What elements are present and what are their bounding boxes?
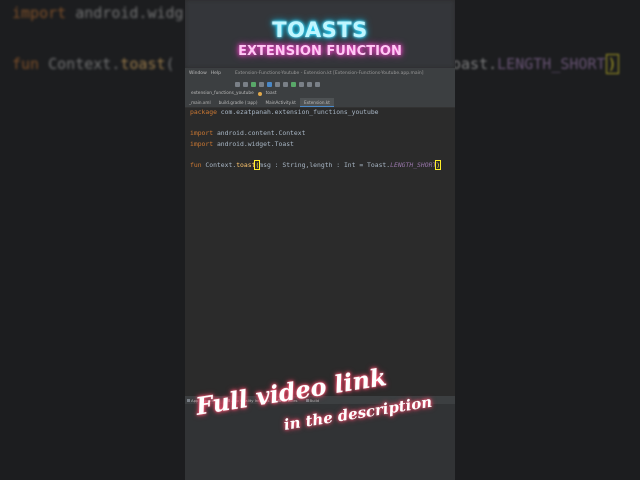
toolbar-button-icon[interactable] xyxy=(259,81,264,87)
bg-code-tail: oast.LENGTH_SHORT) xyxy=(452,54,619,74)
toolbar-button-icon[interactable] xyxy=(299,81,304,87)
video-subtitle: EXTENSION FUNCTION xyxy=(238,44,402,59)
menu-bar: Window Help Extension-Functions-Youtube … xyxy=(185,68,455,79)
function-icon xyxy=(257,91,262,96)
code-line-fun-toast: fun Context.toast(msg : String,length : … xyxy=(190,160,442,170)
bg-code-line-import: import android.widg xyxy=(12,4,184,22)
code-editor[interactable]: package com.ezatpanah.extension_function… xyxy=(185,108,455,396)
breadcrumb: extension_functions_youtube toast xyxy=(185,89,455,98)
editor-tabs: _main.xml build.gradle (:app) MainActivi… xyxy=(185,98,455,108)
menu-help[interactable]: Help xyxy=(211,71,221,76)
window-title: Extension-Functions-Youtube - Extension.… xyxy=(235,71,424,76)
toolbar-button-icon[interactable] xyxy=(235,81,240,87)
code-line-import-context: import android.content.Context xyxy=(190,129,306,137)
code-line-package: package com.ezatpanah.extension_function… xyxy=(190,108,379,116)
toolbar-button-icon[interactable] xyxy=(315,81,320,87)
debug-icon[interactable] xyxy=(291,81,296,87)
inspection-icon xyxy=(187,398,190,402)
bg-code-line-fun: fun Context.toast( xyxy=(12,55,175,73)
toolbar-button-icon[interactable] xyxy=(243,81,248,87)
video-title: TOASTS xyxy=(272,18,368,42)
toolbar-button-icon[interactable] xyxy=(283,81,288,87)
breadcrumb-package[interactable]: extension_functions_youtube xyxy=(191,91,254,96)
tab-extension-kt[interactable]: Extension.kt xyxy=(299,98,334,107)
tab-main-activity[interactable]: MainActivity.kt xyxy=(261,98,299,107)
toolbar xyxy=(185,79,455,89)
code-line-import-toast: import android.widget.Toast xyxy=(190,140,294,148)
tab-build-gradle[interactable]: build.gradle (:app) xyxy=(215,98,262,107)
tab-main-xml[interactable]: _main.xml xyxy=(185,98,215,107)
toolbar-button-icon[interactable] xyxy=(307,81,312,87)
sync-icon[interactable] xyxy=(267,81,272,87)
toolbar-button-icon[interactable] xyxy=(275,81,280,87)
breadcrumb-file[interactable]: toast xyxy=(266,91,277,96)
run-icon[interactable] xyxy=(251,81,256,87)
menu-window[interactable]: Window xyxy=(189,71,207,76)
